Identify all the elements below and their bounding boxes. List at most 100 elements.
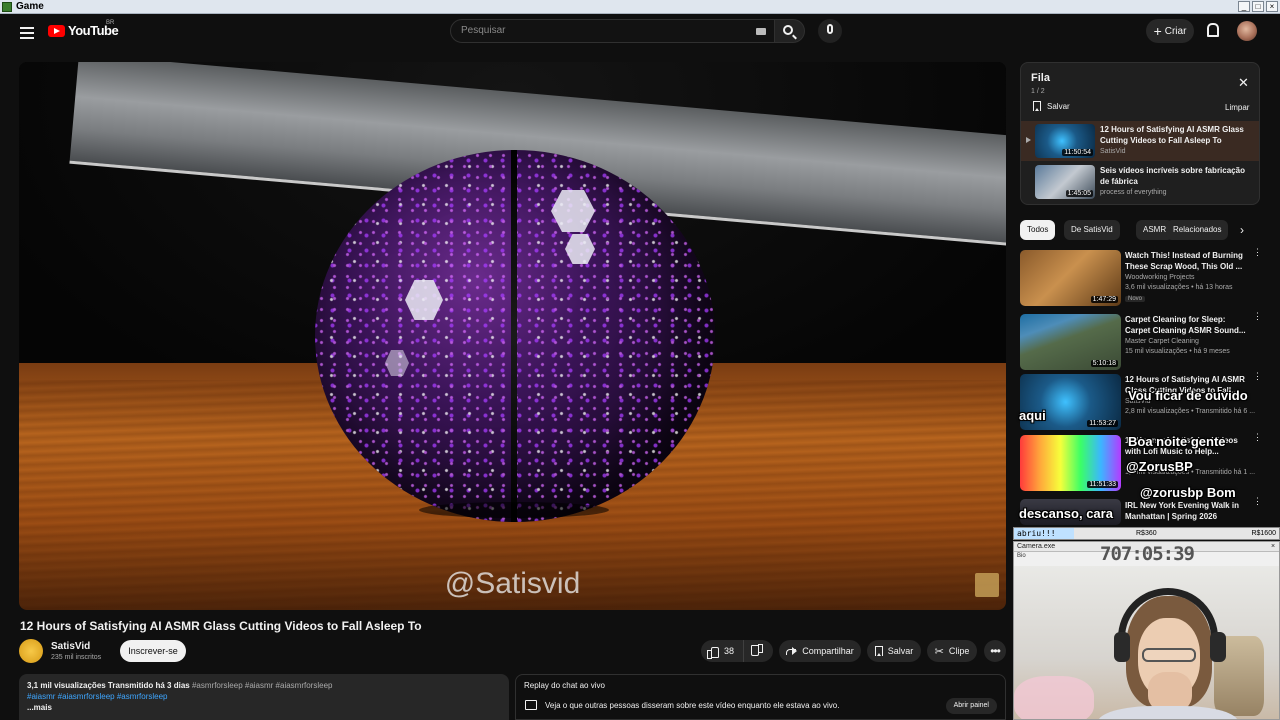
webcam-window: Camera.exe × 707:05:39 Bio [1013, 541, 1280, 720]
queue-save-button[interactable]: Salvar [1033, 101, 1070, 111]
more-vertical-icon[interactable]: ⋮ [1253, 312, 1262, 326]
close-window-icon[interactable]: × [1266, 1, 1278, 12]
donation-goal-bar: abriu!!! R$360 R$1600 [1013, 527, 1280, 540]
more-vertical-icon[interactable]: ⋮ [1253, 248, 1262, 262]
goal-current: R$360 [1136, 530, 1157, 537]
search-button[interactable] [775, 19, 805, 43]
chat-replay-subtitle: Veja o que outras pessoas disseram sobre… [545, 701, 840, 710]
like-dislike-group: 38 [701, 640, 773, 662]
app-icon [2, 1, 12, 12]
dislike-button[interactable] [744, 640, 771, 662]
description-box[interactable]: 3,1 mil visualizações Transmitido há 3 d… [19, 674, 509, 720]
now-playing-icon [1026, 137, 1031, 143]
more-vertical-icon[interactable]: ⋮ [1253, 433, 1262, 447]
video-title: 12 Hours of Satisfying AI ASMR Glass Cut… [20, 619, 422, 633]
chat-icon [525, 700, 537, 710]
subscriber-count: 235 mil inscritos [51, 654, 102, 661]
create-button[interactable]: + Criar [1146, 19, 1194, 43]
description-more-link[interactable]: ...mais [27, 702, 501, 713]
account-avatar[interactable] [1237, 21, 1257, 41]
chip-related[interactable]: Relacionados [1166, 220, 1229, 240]
channel-watermark-icon[interactable] [975, 573, 999, 597]
open-chat-panel-button[interactable]: Abrir painel [945, 698, 997, 714]
stream-overlay-message: @ZorusBP [1126, 459, 1193, 474]
clip-button[interactable]: ✂ Clipe [927, 640, 977, 662]
close-icon[interactable]: ✕ [1238, 76, 1249, 89]
goal-target: R$1600 [1251, 530, 1276, 537]
scissors-icon: ✂ [934, 645, 944, 658]
description-tags[interactable]: #asmrforsleep #aiasmr #aiasmrforsleep [192, 681, 333, 690]
recommendation-item[interactable]: 5:10:18 Carpet Cleaning for Sleep: Carpe… [1020, 312, 1262, 374]
more-vertical-icon[interactable]: ⋮ [1253, 372, 1262, 386]
like-count: 38 [724, 646, 735, 656]
plus-icon: + [1153, 23, 1162, 39]
queue-item-title: Seis vídeos incríveis sobre fabricação d… [1100, 166, 1245, 186]
recommendation-title: IRL New York Evening Walk in Manhattan |… [1125, 501, 1239, 521]
glitter-orb [315, 150, 715, 522]
microphone-icon [827, 24, 833, 34]
queue-count: 1 / 2 [1031, 88, 1045, 95]
top-header: YouTube BR + Criar [0, 14, 1280, 54]
queue-item-title: 12 Hours of Satisfying AI ASMR Glass Cut… [1100, 125, 1244, 145]
voice-search-button[interactable] [818, 19, 842, 43]
duration-badge: 11:51:33 [1087, 481, 1118, 488]
youtube-logo[interactable]: YouTube BR [48, 20, 119, 38]
share-button[interactable]: Compartilhar [779, 640, 861, 662]
duration-badge: 1:45:05 [1065, 190, 1093, 197]
video-frame: @Satisvid [19, 62, 1006, 610]
search-box [450, 19, 775, 43]
notifications-bell-icon[interactable] [1205, 22, 1219, 38]
channel-avatar[interactable] [19, 639, 43, 663]
duration-badge: 11:50:54 [1062, 149, 1093, 156]
close-icon[interactable]: × [1269, 543, 1277, 551]
goal-label: abriu!!! [1017, 529, 1056, 538]
search-input[interactable] [461, 25, 741, 36]
recommendation-channel: Woodworking Projects [1125, 274, 1195, 281]
minimize-icon[interactable]: _ [1238, 1, 1250, 12]
chip-channel[interactable]: De SatisVid [1064, 220, 1120, 240]
chip-todos[interactable]: Todos [1020, 220, 1056, 240]
channel-name[interactable]: SatisVid [51, 641, 90, 652]
stream-overlay-message: descanso, cara [1019, 506, 1113, 521]
like-button[interactable]: 38 [701, 640, 745, 662]
recommendation-item[interactable]: 11:53:27 12 Hours of Satisfying AI ASMR … [1020, 372, 1262, 434]
stream-overlay-message: Boa noite gente [1128, 434, 1226, 449]
keyboard-icon[interactable] [756, 28, 766, 35]
more-vertical-icon[interactable]: ⋮ [1253, 497, 1262, 511]
stream-overlay-message: @zorusbp Bom [1140, 485, 1236, 500]
more-horizontal-icon: ••• [990, 644, 1001, 658]
duration-badge: 5:10:18 [1090, 360, 1118, 367]
queue-item[interactable]: 1:45:05 Seis vídeos incríveis sobre fabr… [1021, 162, 1259, 202]
chevron-right-icon[interactable]: › [1240, 223, 1244, 237]
chat-replay-box: Replay do chat ao vivo Veja o que outras… [515, 674, 1006, 720]
save-button[interactable]: Salvar [867, 640, 921, 662]
queue-item[interactable]: 11:50:54 12 Hours of Satisfying AI ASMR … [1021, 121, 1259, 161]
recommendation-item[interactable]: 1:47:29 Watch This! Instead of Burning T… [1020, 248, 1262, 310]
video-watermark: @Satisvid [444, 567, 581, 600]
webcam-sub-label: Bio [1017, 553, 1026, 559]
queue-title: Fila [1031, 72, 1050, 84]
share-label: Compartilhar [802, 646, 854, 656]
create-label: Criar [1164, 25, 1187, 37]
queue-thumbnail: 1:45:05 [1035, 165, 1095, 199]
video-player[interactable]: @Satisvid [19, 62, 1006, 610]
duration-badge: 11:53:27 [1087, 420, 1118, 427]
maximize-icon[interactable]: □ [1252, 1, 1264, 12]
headset [1118, 588, 1218, 652]
recommendation-title: Carpet Cleaning for Sleep: Carpet Cleani… [1125, 315, 1246, 335]
queue-item-channel: SatisVid [1100, 148, 1126, 155]
webcam-title: Camera.exe [1017, 543, 1056, 550]
recommendation-thumbnail: 5:10:18 [1020, 314, 1121, 370]
queue-clear-button[interactable]: Limpar [1225, 103, 1249, 112]
description-hashtags[interactable]: #aiasmr #aiasmrforsleep #asmrforsleep [27, 691, 501, 702]
os-window-title: Game [16, 1, 44, 12]
recommendation-channel: Master Carpet Cleaning [1125, 338, 1199, 345]
hamburger-menu-icon[interactable] [18, 24, 36, 42]
queue-thumbnail: 11:50:54 [1035, 124, 1095, 158]
queue-item-channel: process of everything [1100, 189, 1167, 196]
bookmark-icon [1033, 101, 1041, 111]
chat-replay-title: Replay do chat ao vivo [524, 681, 605, 690]
subscribe-button[interactable]: Inscrever-se [120, 640, 186, 662]
recommendation-thumbnail: 1:47:29 [1020, 250, 1121, 306]
more-actions-button[interactable]: ••• [984, 640, 1006, 662]
